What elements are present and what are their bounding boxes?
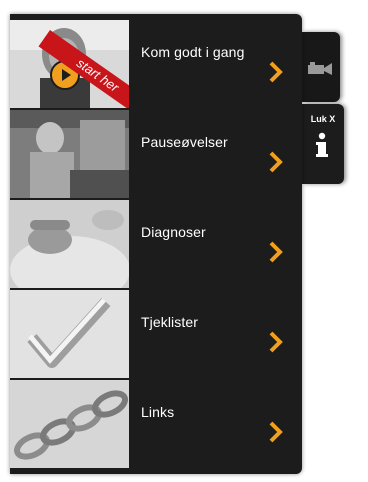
chain-links-photo xyxy=(10,380,129,468)
close-label[interactable]: Luk X xyxy=(302,114,344,124)
video-tab[interactable] xyxy=(302,32,340,102)
woman-presenter-photo: start her xyxy=(10,20,129,108)
menu-item-label: Tjeklister xyxy=(141,314,199,330)
chevron-right-icon xyxy=(269,241,283,263)
menu-item-label: Links xyxy=(141,404,175,420)
office-exercise-photo xyxy=(10,110,129,198)
menu-item-diagnoser[interactable]: Diagnoser xyxy=(10,200,302,288)
chevron-right-icon xyxy=(269,331,283,353)
play-button[interactable] xyxy=(50,60,80,90)
menu-item-label: Diagnoser xyxy=(141,224,206,240)
chevron-right-icon xyxy=(269,61,283,83)
menu-item-tjeklister[interactable]: Tjeklister xyxy=(10,290,302,378)
info-icon xyxy=(316,132,328,157)
checkmark-photo xyxy=(10,290,129,378)
menu-item-links[interactable]: Links xyxy=(10,380,302,468)
menu-item-kom-godt-i-gang[interactable]: start her Kom godt i gang xyxy=(10,20,302,108)
chevron-right-icon xyxy=(269,151,283,173)
neck-pain-photo xyxy=(10,200,129,288)
menu-item-label: Kom godt i gang xyxy=(141,44,245,60)
info-tab[interactable]: Luk X xyxy=(302,104,344,184)
chevron-right-icon xyxy=(269,421,283,443)
video-camera-icon xyxy=(308,62,332,75)
menu-item-label: Pauseøvelser xyxy=(141,134,228,150)
menu-panel: start her Kom godt i gang Pauseøvelser D… xyxy=(10,14,302,474)
menu-item-pauseovelser[interactable]: Pauseøvelser xyxy=(10,110,302,198)
app-frame: Luk X start her Kom godt i gang Pauseøve… xyxy=(0,0,368,482)
